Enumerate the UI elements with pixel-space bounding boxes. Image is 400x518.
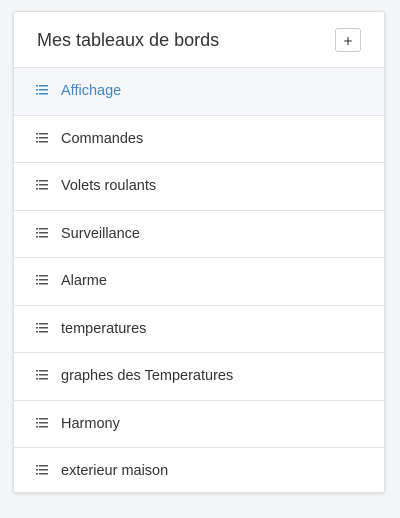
- list-icon: [36, 275, 48, 285]
- panel-title: Mes tableaux de bords: [37, 30, 220, 50]
- dashboard-item-label: Commandes: [61, 130, 144, 147]
- dashboard-item-label: graphes des Temperatures: [61, 368, 234, 384]
- dashboard-item[interactable]: Commandes: [14, 116, 384, 163]
- dashboard-item[interactable]: Volets roulants: [14, 163, 384, 211]
- list-icon: [36, 132, 48, 143]
- list-icon: [36, 227, 48, 238]
- list-icon: [36, 370, 48, 380]
- dashboard-item[interactable]: temperatures: [14, 306, 384, 353]
- dashboard-item-label: Volets roulants: [61, 178, 157, 194]
- dashboard-item[interactable]: Affichage: [14, 68, 384, 116]
- dashboard-item[interactable]: exterieur maison: [14, 448, 384, 492]
- dashboards-panel: Mes tableaux de bords + Affichage Command…: [13, 11, 385, 493]
- list-icon: [36, 417, 48, 428]
- list-icon: [36, 85, 48, 95]
- dashboard-list: Affichage Commandes Volets roulants Surveil…: [14, 68, 384, 492]
- dashboard-item[interactable]: Alarme: [14, 258, 384, 306]
- dashboard-item[interactable]: Harmony: [14, 401, 384, 448]
- dashboard-item-label: Affichage: [61, 83, 122, 99]
- dashboard-item-label: temperatures: [61, 320, 147, 337]
- list-icon: [36, 322, 48, 333]
- list-icon: [36, 180, 48, 190]
- dashboard-item-label: exterieur maison: [61, 463, 169, 479]
- panel-header: Mes tableaux de bords +: [14, 12, 384, 68]
- dashboard-item-label: Harmony: [61, 415, 120, 432]
- add-dashboard-button[interactable]: +: [335, 28, 361, 52]
- list-icon: [36, 465, 48, 475]
- dashboard-item[interactable]: Surveillance: [14, 211, 384, 258]
- dashboard-item-label: Alarme: [61, 273, 107, 289]
- dashboard-item-label: Surveillance: [61, 225, 140, 242]
- dashboard-item[interactable]: graphes des Temperatures: [14, 353, 384, 401]
